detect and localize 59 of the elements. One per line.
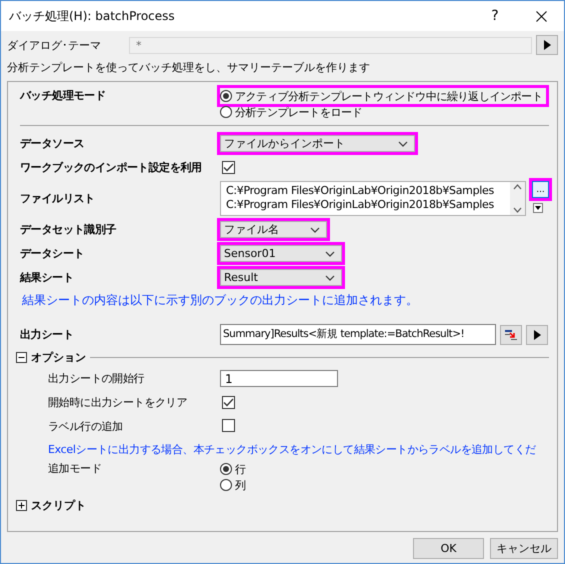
dropdown[interactable]: ファイル名	[220, 221, 327, 238]
field-label: ファイルリスト	[19, 191, 96, 206]
play-icon	[533, 330, 541, 340]
field-label: 結果シート	[18, 270, 75, 285]
info-note: 結果シートの内容は以下に示す別のブックの出力シートに追加されます。	[21, 292, 419, 308]
group-toggle[interactable]: オプション	[16, 350, 86, 365]
radio-button[interactable]	[220, 106, 232, 118]
radio-button[interactable]	[220, 90, 232, 102]
info-note: Excelシートに出力する場合、本チェックボックスをオンにして結果シートからラベルを追加してくだ	[47, 442, 537, 458]
chevron-down-icon	[398, 140, 408, 146]
window-title: バッチ処理(H): batchProcess	[9, 8, 176, 24]
radio-button[interactable]	[220, 479, 232, 491]
chevron-down-icon	[325, 250, 335, 256]
field-label: 追加モード	[47, 461, 103, 476]
dropdown-arrow-icon[interactable]	[533, 203, 543, 213]
file-list[interactable]: C:¥Program Files¥OriginLab¥Origin2018b¥Samples C:¥Program Files¥OriginLab¥Origin2018b¥Samples	[220, 181, 526, 216]
menu-arrow-button[interactable]	[526, 324, 548, 344]
expand-icon	[16, 500, 27, 511]
dialog-description: 分析テンプレートを使ってバッチ処理をし、サマリーテーブルを作ります	[7, 60, 371, 75]
output-sheet-field[interactable]: Summary]Results<新規 template:=BatchResult>!	[220, 324, 496, 345]
radio-option[interactable]: 列	[220, 477, 250, 493]
field-label: ラベル行の追加	[47, 419, 124, 434]
radio-option[interactable]: アクティブ分析テンプレートウィンドウ中に繰り返しインポート	[220, 88, 546, 104]
chevron-down-icon	[325, 274, 335, 280]
checkbox[interactable]	[222, 418, 235, 432]
dropdown[interactable]: ファイルからインポート	[220, 135, 415, 152]
browse-button[interactable]: ...	[532, 181, 549, 198]
field-label: バッチ処理モード	[18, 88, 107, 103]
field-label: ワークブックのインポート設定を利用	[19, 160, 203, 175]
field-label: データセット識別子	[19, 222, 118, 237]
group-toggle[interactable]: スクリプト	[16, 498, 86, 513]
text-field[interactable]: 1	[220, 370, 338, 387]
radio-button[interactable]	[220, 463, 232, 475]
field-label: 出力シートの開始行	[47, 371, 146, 386]
radio-option[interactable]: 分析テンプレートをロード	[220, 104, 366, 120]
dropdown[interactable]: Sensor01	[220, 245, 342, 262]
dialog-button[interactable]: キャンセル	[490, 538, 558, 559]
field-label: 出力シート	[19, 327, 75, 342]
checkbox[interactable]	[222, 396, 235, 408]
help-button[interactable]: ?	[472, 1, 518, 31]
sheet-picker-button[interactable]	[500, 324, 522, 344]
play-icon	[543, 40, 551, 50]
radio-option[interactable]: 行	[220, 461, 250, 477]
close-icon	[536, 10, 546, 22]
theme-menu-button[interactable]	[536, 35, 558, 55]
dropdown[interactable]: Result	[220, 269, 342, 286]
chevron-down-icon	[310, 226, 320, 232]
dialog-button[interactable]: OK	[413, 538, 484, 559]
checkbox[interactable]	[222, 160, 235, 174]
list-item[interactable]: C:¥Program Files¥OriginLab¥Origin2018b¥Samples	[226, 184, 510, 198]
theme-label: ダイアログ･テーマ	[7, 38, 102, 52]
field-label: データソース	[19, 136, 86, 151]
collapse-icon	[16, 352, 27, 363]
field-label: 開始時に出力シートをクリア	[47, 395, 188, 410]
scroll-up-icon[interactable]	[513, 184, 522, 190]
scroll-down-icon[interactable]	[513, 207, 522, 213]
field-label: データシート	[19, 246, 86, 261]
sheet-arrow-icon	[504, 328, 518, 340]
list-item[interactable]: C:¥Program Files¥OriginLab¥Origin2018b¥Samples	[226, 198, 510, 212]
